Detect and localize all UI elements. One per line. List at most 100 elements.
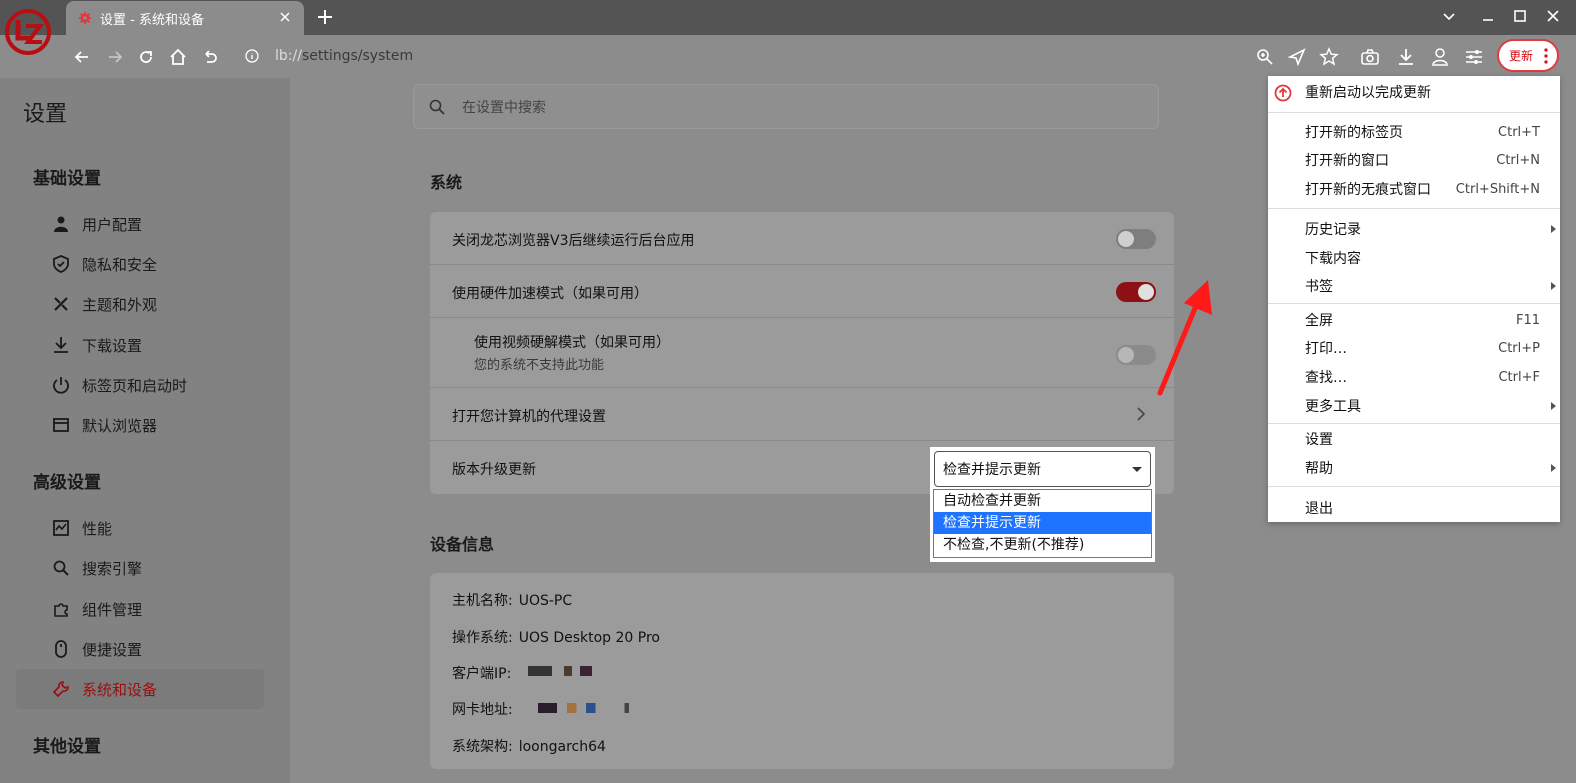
menu-divider [1268,486,1560,487]
menu-shortcut: Ctrl+T [1498,124,1540,140]
send-icon[interactable] [1287,47,1307,67]
bg-apps-label: 关闭龙芯浏览器V3后继续运行后台应用 [452,233,695,249]
sidebar-item-label: 隐私和安全 [82,255,158,274]
video-decode-sublabel: 您的系统不支持此功能 [474,358,605,373]
zoom-icon[interactable] [1255,47,1275,67]
menu-item-restart-update[interactable]: 重新启动以完成更新 [1268,78,1560,106]
select-option-list: 自动检查并更新 检查并提示更新 不检查,不更新(不推荐) [933,489,1152,558]
forward-icon[interactable] [105,47,125,67]
redacted-ip [528,666,608,676]
menu-item-print[interactable]: 打印… Ctrl+P [1268,334,1560,362]
info-ip: 客户端IP: [452,663,511,683]
url-host: lb:// [275,48,302,64]
info-value: loongarch64 [518,739,606,755]
toolbar: lb://settings/system 更新 [0,35,1576,78]
toggle-knob [1118,231,1134,247]
menu-item-label: 帮助 [1305,461,1333,477]
menu-item-label: 打开新的无痕式窗口 [1305,182,1431,198]
settings-search[interactable]: 在设置中搜索 [413,84,1159,129]
menu-item-help[interactable]: 帮助 [1268,454,1560,482]
sidebar-item-download[interactable]: 下载设置 [16,325,264,365]
menu-item-exit[interactable]: 退出 [1268,494,1560,522]
menu-shortcut: F11 [1515,312,1540,328]
sidebar-item-user[interactable]: 用户配置 [16,204,264,244]
camera-icon[interactable] [1360,47,1380,67]
chevron-down-icon[interactable] [1441,8,1457,24]
video-decode-label: 使用视频硬解模式（如果可用） [474,335,670,351]
info-label: 主机名称: [452,593,513,609]
menu-item-history[interactable]: 历史记录 [1268,215,1560,243]
sidebar-item-shortcuts[interactable]: 便捷设置 [16,629,264,669]
menu-item-incognito[interactable]: 打开新的无痕式窗口 Ctrl+Shift+N [1268,175,1560,203]
sidebar-head-advanced: 高级设置 [33,473,101,493]
menu-item-find[interactable]: 查找… Ctrl+F [1268,363,1560,391]
sidebar-item-system[interactable]: 系统和设备 [16,669,264,709]
title-bar: 设置 - 系统和设备 [0,0,1576,35]
info-label: 操作系统: [452,630,513,646]
update-button[interactable]: 更新 [1497,39,1559,72]
menu-item-bookmarks[interactable]: 书签 [1268,272,1560,300]
sidebar-item-privacy[interactable]: 隐私和安全 [16,244,264,284]
info-icon[interactable] [245,49,259,63]
upgrade-select[interactable]: 检查并提示更新 自动检查并更新 检查并提示更新 不检查,不更新(不推荐) [930,447,1155,562]
sidebar-item-components[interactable]: 组件管理 [16,589,264,629]
sidebar-item-startup[interactable]: 标签页和启动时 [16,365,264,405]
sidebar-item-label: 下载设置 [82,336,143,355]
menu-item-label: 打开新的标签页 [1305,125,1403,141]
reload-icon[interactable] [136,47,156,67]
menu-item-fullscreen[interactable]: 全屏 F11 [1268,306,1560,334]
sidebar-item-default-browser[interactable]: 默认浏览器 [16,405,264,445]
window-close-icon[interactable] [1545,8,1561,24]
info-value: UOS-PC [518,593,573,609]
setting-row: 使用硬件加速模式（如果可用） [430,265,1174,318]
more-vertical-icon[interactable] [1543,47,1549,65]
upgrade-select-box[interactable]: 检查并提示更新 [934,451,1151,487]
sidebar-item-performance[interactable]: 性能 [16,508,264,548]
home-icon[interactable] [168,47,188,67]
submenu-arrow-icon [1551,402,1556,410]
gear-icon [78,11,92,25]
menu-item-label: 打开新的窗口 [1305,153,1389,169]
sidebar-item-search-engine[interactable]: 搜索引擎 [16,548,264,588]
update-arrow-icon [1274,84,1292,102]
undo-icon[interactable] [200,47,220,67]
submenu-arrow-icon [1551,282,1556,290]
sliders-icon[interactable] [1464,47,1484,67]
url-text: lb://settings/system [275,48,413,64]
bg-apps-toggle[interactable] [1116,229,1156,249]
download-icon[interactable] [1396,47,1416,67]
sidebar-item-label: 默认浏览器 [82,416,158,435]
minimize-icon[interactable] [1480,8,1496,24]
shield-icon [53,255,69,273]
user-icon[interactable] [1430,47,1450,67]
proxy-row[interactable]: 打开您计算机的代理设置 [430,388,1174,441]
info-label: 网卡地址: [452,702,513,718]
tab-settings[interactable]: 设置 - 系统和设备 [66,1,304,35]
close-icon[interactable] [278,10,292,24]
caret-down-icon [1132,467,1142,472]
chart-icon [53,520,69,536]
address-bar[interactable]: lb://settings/system [235,39,1255,73]
select-option[interactable]: 不检查,不更新(不推荐) [934,534,1151,556]
search-icon [429,99,445,115]
menu-item-more-tools[interactable]: 更多工具 [1268,392,1560,420]
menu-item-label: 退出 [1305,501,1333,517]
maximize-icon[interactable] [1512,8,1528,24]
search-input[interactable]: 在设置中搜索 [462,97,546,117]
menu-item-downloads[interactable]: 下载内容 [1268,244,1560,272]
menu-item-new-window[interactable]: 打开新的窗口 Ctrl+N [1268,146,1560,174]
menu-item-settings[interactable]: 设置 [1268,425,1560,453]
info-value: UOS Desktop 20 Pro [518,630,660,646]
sidebar-head-other: 其他设置 [33,737,101,757]
star-icon[interactable] [1319,47,1339,67]
chevron-right-icon [1137,407,1146,421]
sidebar-item-theme[interactable]: 主题和外观 [16,284,264,324]
menu-item-new-tab[interactable]: 打开新的标签页 Ctrl+T [1268,118,1560,146]
select-option[interactable]: 自动检查并更新 [934,490,1151,512]
new-tab-icon[interactable] [316,8,334,26]
select-option-selected[interactable]: 检查并提示更新 [934,512,1151,534]
menu-divider [1268,303,1560,304]
menu-item-label: 查找… [1305,370,1347,386]
sidebar-item-label: 性能 [82,519,113,538]
back-icon[interactable] [72,47,92,67]
